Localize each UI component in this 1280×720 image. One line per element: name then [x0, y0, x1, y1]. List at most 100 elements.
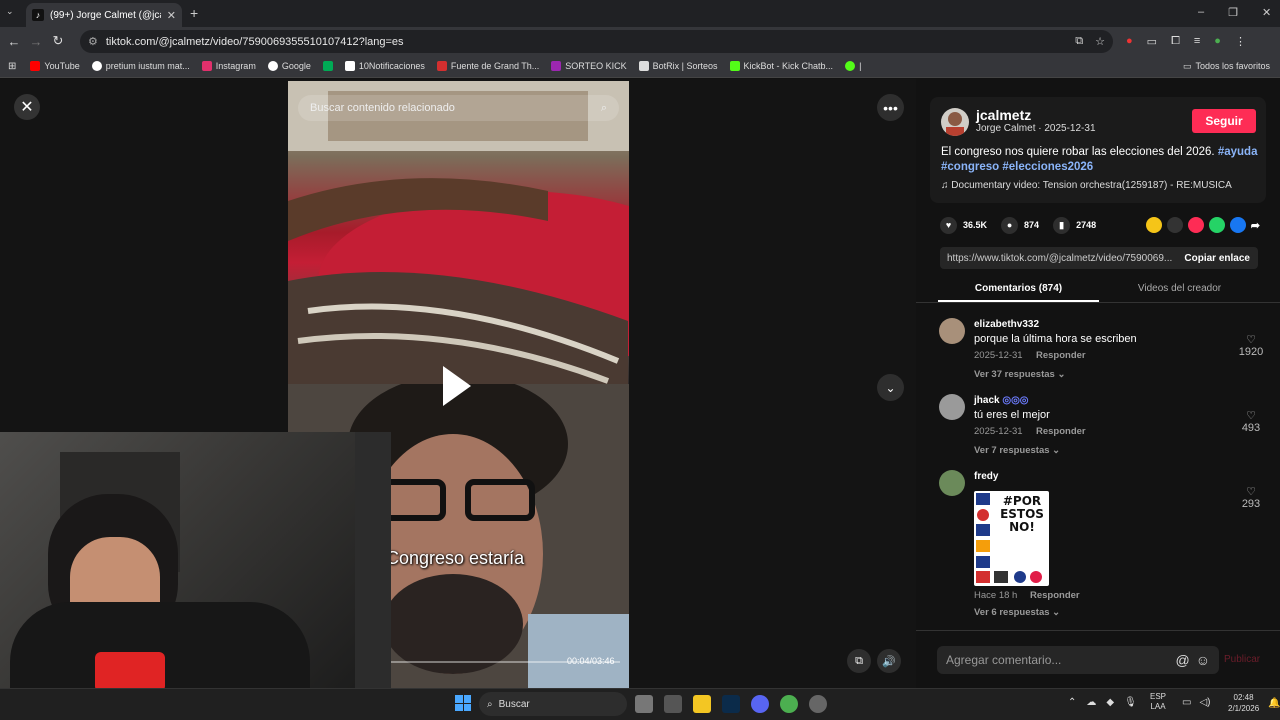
like-button[interactable]: ♥ 36.5K: [940, 216, 987, 234]
address-bar[interactable]: ⚙ tiktok.com/@jcalmetz/video/75900693555…: [80, 30, 1113, 53]
minimize-icon[interactable]: –: [1198, 6, 1204, 19]
bookmark-google[interactable]: Google: [267, 61, 311, 71]
chevron-up-icon[interactable]: ⌃: [1068, 697, 1076, 708]
view-replies-button[interactable]: Ver 6 respuestas ⌄: [974, 607, 1060, 618]
comment-username[interactable]: jhack ◎◎◎: [974, 395, 1029, 406]
language-indicator[interactable]: ESP LAA: [1150, 692, 1166, 712]
chrome-icon[interactable]: [780, 695, 798, 713]
close-tab-icon[interactable]: ✕: [167, 9, 176, 22]
app-icon[interactable]: [664, 695, 682, 713]
author-username[interactable]: jcalmetz: [976, 107, 1031, 123]
bookmark-10notificaciones[interactable]: 10Notificaciones: [344, 61, 425, 71]
next-video-button[interactable]: ⌄: [877, 374, 904, 401]
miniplayer-button[interactable]: ⧉: [847, 649, 871, 673]
site-info-icon[interactable]: ⚙: [88, 35, 98, 48]
bookmark-unnamed[interactable]: [322, 61, 333, 71]
bookmark-pretium[interactable]: pretium iustum mat...: [91, 61, 190, 71]
play-icon[interactable]: [443, 366, 471, 406]
comment-like[interactable]: ♡ 293: [1236, 485, 1266, 510]
avatar[interactable]: [939, 318, 965, 344]
maximize-icon[interactable]: ❐: [1228, 6, 1238, 19]
star-icon[interactable]: ☆: [1095, 35, 1105, 48]
comment-input[interactable]: Agregar comentario... @ ☺: [937, 646, 1219, 674]
reply-button[interactable]: Responder: [1036, 350, 1086, 361]
whatsapp-icon[interactable]: [1208, 217, 1225, 233]
avatar[interactable]: [939, 470, 965, 496]
comment-like[interactable]: ♡ 493: [1236, 409, 1266, 434]
view-replies-button[interactable]: Ver 37 respuestas ⌄: [974, 369, 1065, 380]
new-tab-button[interactable]: +: [190, 5, 198, 21]
back-icon[interactable]: ←: [3, 34, 25, 49]
puzzle-icon[interactable]: ⧠: [1171, 35, 1180, 48]
extension-icon[interactable]: ▭: [1147, 35, 1157, 48]
all-favorites[interactable]: ▭ Todos los favoritos: [1183, 61, 1270, 72]
view-replies-button[interactable]: Ver 7 respuestas ⌄: [974, 445, 1060, 456]
close-window-icon[interactable]: ✕: [1262, 6, 1271, 19]
related-search-box[interactable]: Buscar contenido relacionado ⌕: [298, 95, 619, 121]
search-icon[interactable]: ⌕: [601, 102, 607, 115]
comment-like[interactable]: ♡ 1920: [1236, 333, 1266, 358]
bookmark-botrix[interactable]: BotRix | Sorteos: [638, 61, 718, 71]
menu-icon[interactable]: ⋮: [1235, 35, 1246, 48]
forward-icon[interactable]: →: [25, 34, 47, 49]
bookmark-instagram[interactable]: Instagram: [201, 61, 256, 71]
hashtag-link[interactable]: #elecciones2026: [1002, 161, 1093, 173]
extension-icon[interactable]: ●: [1126, 35, 1133, 48]
comment-like-count: 1920: [1238, 346, 1264, 358]
reload-icon[interactable]: ↻: [47, 33, 69, 49]
bookmark-sorteo-kick[interactable]: SORTEO KICK: [551, 61, 627, 71]
mention-icon[interactable]: @: [1175, 652, 1189, 668]
browser-tab[interactable]: ♪ (99+) Jorge Calmet (@jcalmetz) ✕: [26, 3, 182, 27]
volume-button[interactable]: 🔊: [877, 649, 901, 673]
tray-icon[interactable]: ◆: [1106, 697, 1114, 708]
avatar[interactable]: [939, 394, 965, 420]
tab-creator-videos[interactable]: Videos del creador: [1099, 278, 1260, 302]
taskbar-search[interactable]: ⌕ Buscar: [479, 692, 627, 716]
tab-comments[interactable]: Comentarios (874): [938, 278, 1099, 302]
publish-button[interactable]: Publicar: [1224, 654, 1260, 665]
save-button[interactable]: ▮ 2748: [1053, 216, 1096, 234]
music-info[interactable]: ♫ Documentary video: Tension orchestra(1…: [941, 180, 1232, 191]
bookmark-kickbot[interactable]: KickBot - Kick Chatb...: [729, 61, 833, 71]
file-explorer-icon[interactable]: [693, 695, 711, 713]
avatar[interactable]: [941, 108, 969, 136]
clock[interactable]: 02:48 2/1/2026: [1228, 692, 1259, 714]
share-arrow-icon[interactable]: ➦: [1251, 219, 1260, 232]
reply-button[interactable]: Responder: [1036, 426, 1086, 437]
video-link[interactable]: https://www.tiktok.com/@jcalmetz/video/7…: [947, 253, 1172, 264]
more-options-button[interactable]: •••: [877, 94, 904, 121]
hashtag-link[interactable]: #ayuda: [1218, 146, 1258, 158]
tray-icon[interactable]: ☁: [1086, 697, 1096, 708]
copy-link-button[interactable]: Copiar enlace: [1176, 253, 1258, 264]
microphone-icon[interactable]: 🎙: [1124, 697, 1137, 708]
bookmark-fuente-gta[interactable]: Fuente de Grand Th...: [436, 61, 539, 71]
send-icon[interactable]: [1187, 217, 1204, 233]
task-view-icon[interactable]: [635, 695, 653, 713]
start-icon[interactable]: [455, 695, 471, 711]
discord-icon[interactable]: [751, 695, 769, 713]
emoji-share-icon[interactable]: [1145, 217, 1162, 233]
badge-icons: ◎◎◎: [1002, 395, 1029, 406]
embed-icon[interactable]: [1166, 217, 1183, 233]
comment-username[interactable]: fredy: [974, 471, 998, 482]
apps-icon[interactable]: ⊞: [8, 61, 16, 72]
app-icon[interactable]: [809, 695, 827, 713]
photoshop-icon[interactable]: [722, 695, 740, 713]
reading-list-icon[interactable]: ≡: [1194, 35, 1200, 48]
bell-icon[interactable]: 🔔: [1268, 698, 1280, 709]
follow-button[interactable]: Seguir: [1192, 109, 1256, 133]
speaker-icon[interactable]: ◁): [1199, 697, 1210, 708]
install-app-icon[interactable]: ⧉: [1075, 35, 1083, 48]
comment-button[interactable]: ● 874: [1001, 216, 1039, 234]
facebook-icon[interactable]: [1229, 217, 1246, 233]
hashtag-link[interactable]: #congreso: [941, 161, 999, 173]
bookmark-10[interactable]: |: [845, 61, 861, 71]
comment-username[interactable]: elizabethv332: [974, 319, 1039, 330]
close-button[interactable]: ✕: [14, 94, 40, 120]
network-icon[interactable]: ▭: [1182, 697, 1191, 708]
reply-button[interactable]: Responder: [1030, 590, 1080, 601]
profile-icon[interactable]: ●: [1214, 35, 1221, 48]
bookmark-youtube[interactable]: YouTube: [30, 61, 80, 71]
tab-search-icon[interactable]: ⌄: [6, 6, 14, 17]
emoji-icon[interactable]: ☺: [1196, 652, 1210, 668]
